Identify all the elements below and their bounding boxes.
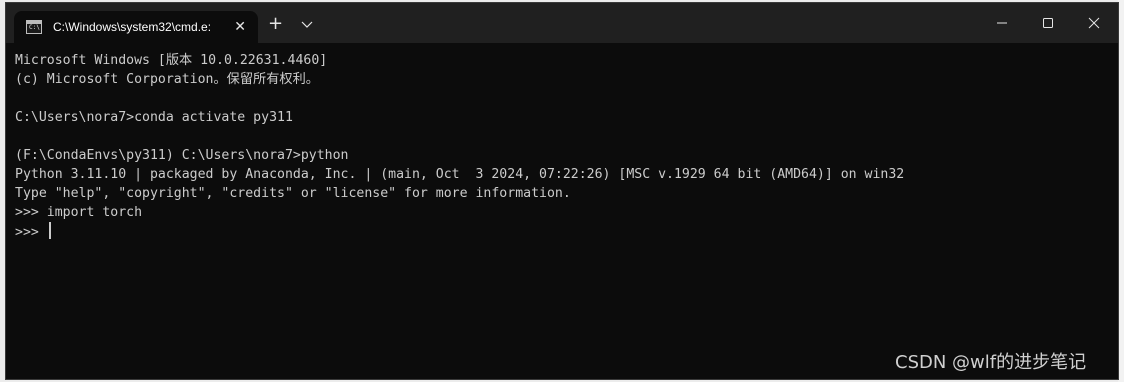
text-cursor — [48, 222, 51, 239]
minimize-icon[interactable] — [979, 3, 1025, 43]
terminal-line: C:\Users\nora7>conda activate py311 — [15, 110, 293, 125]
cmd-icon-text: C:\ — [29, 24, 40, 31]
terminal-line: Microsoft Windows [版本 10.0.22631.4460] — [15, 53, 328, 68]
terminal-line: >>> import torch — [15, 205, 143, 220]
terminal-window: C:\ C:\Windows\system32\cmd.e: ✕ + Micro… — [5, 2, 1119, 380]
maximize-icon[interactable] — [1025, 3, 1071, 43]
terminal-output[interactable]: Microsoft Windows [版本 10.0.22631.4460] (… — [6, 43, 1118, 379]
terminal-line: (c) Microsoft Corporation。保留所有权利。 — [15, 72, 319, 87]
close-window-icon[interactable] — [1071, 3, 1117, 43]
title-bar[interactable]: C:\ C:\Windows\system32\cmd.e: ✕ + — [6, 3, 1118, 43]
new-tab-icon[interactable]: + — [268, 15, 283, 33]
tab-cmd[interactable]: C:\ C:\Windows\system32\cmd.e: ✕ — [14, 11, 258, 43]
prompt: >>> — [15, 225, 47, 240]
terminal-line: Type "help", "copyright", "credits" or "… — [15, 186, 571, 201]
prompt-line[interactable]: >>> — [15, 222, 1118, 241]
terminal-line: (F:\CondaEnvs\py311) C:\Users\nora7>pyth… — [15, 148, 349, 163]
terminal-line: Python 3.11.10 | packaged by Anaconda, I… — [15, 167, 905, 182]
close-tab-icon[interactable]: ✕ — [234, 19, 246, 35]
cmd-icon: C:\ — [26, 20, 42, 34]
watermark: CSDN @wlf的进步笔记 — [895, 352, 1087, 373]
chevron-down-icon[interactable] — [299, 16, 315, 32]
tab-title: C:\Windows\system32\cmd.e: — [53, 20, 212, 34]
